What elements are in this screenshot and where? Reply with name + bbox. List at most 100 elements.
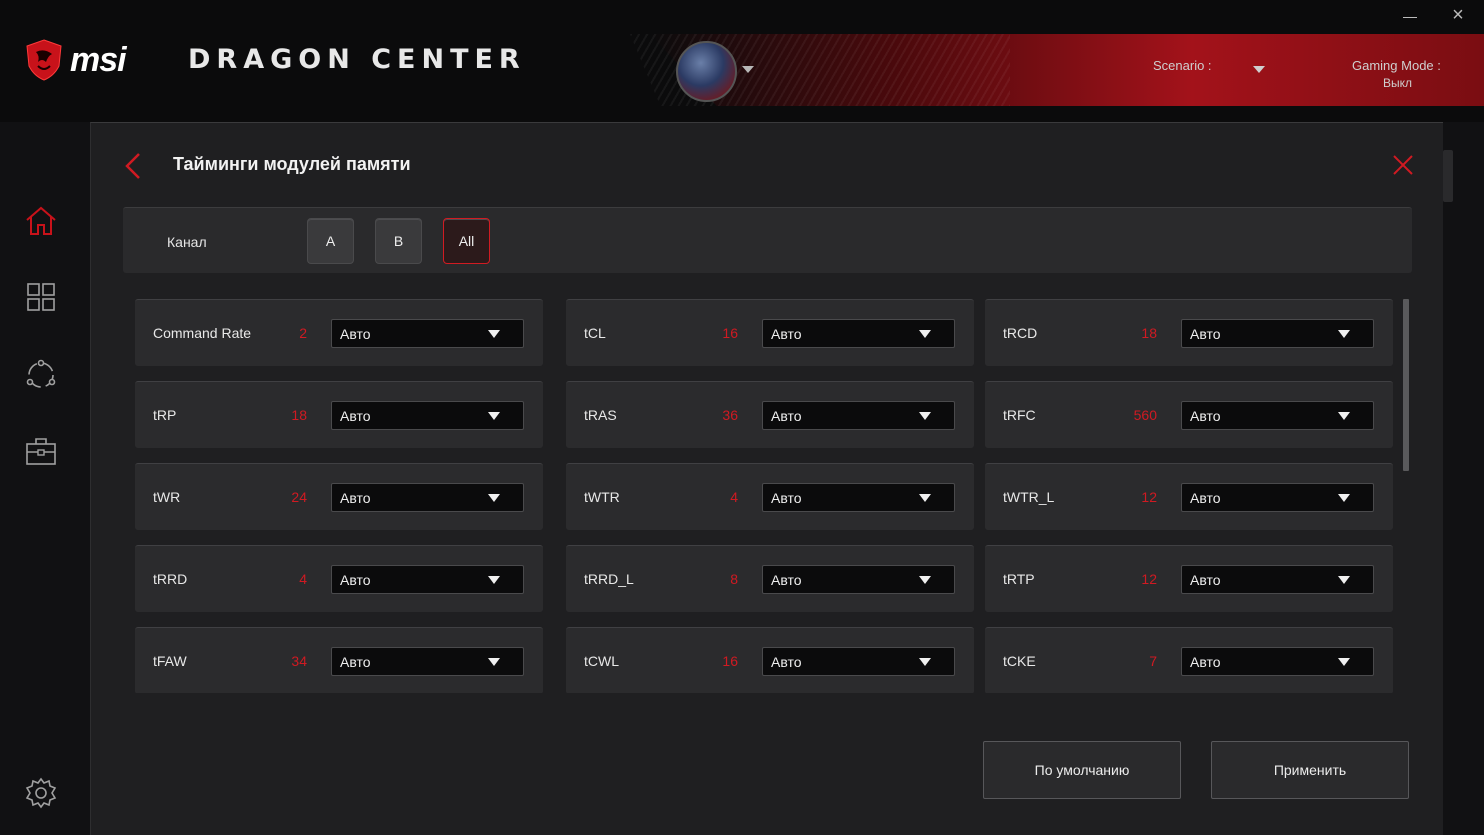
timing-select[interactable]: Авто — [331, 565, 524, 594]
timing-select[interactable]: Авто — [1181, 401, 1374, 430]
minimize-icon[interactable] — [1399, 6, 1421, 28]
timing-name: tRP — [153, 407, 177, 423]
gear-icon[interactable] — [24, 776, 58, 810]
timing-select[interactable]: Авто — [1181, 647, 1374, 676]
timing-name: tWTR — [584, 489, 620, 505]
network-icon[interactable] — [24, 358, 58, 392]
toolbox-icon[interactable] — [24, 434, 58, 468]
user-avatar[interactable] — [676, 41, 737, 102]
timing-name: tRAS — [584, 407, 617, 423]
memory-timings-dialog: Тайминги модулей памяти Канал A B All Co… — [90, 122, 1443, 835]
sidebar — [0, 122, 90, 835]
timing-card-tras: tRAS 36 Авто — [566, 381, 974, 448]
timing-select-value: Авто — [1190, 654, 1221, 670]
timings-grid: Command Rate 2 Авто tCL 16 Авто tRCD 18 … — [135, 299, 1393, 693]
timing-value: 4 — [299, 571, 307, 587]
timing-value: 36 — [722, 407, 738, 423]
chevron-down-icon — [488, 494, 500, 502]
back-arrow-icon[interactable] — [121, 151, 145, 181]
apply-button[interactable]: Применить — [1211, 741, 1409, 799]
timing-card-twr: tWR 24 Авто — [135, 463, 543, 530]
timing-card-trrd-l: tRRD_L 8 Авто — [566, 545, 974, 612]
timing-name: tRTP — [1003, 571, 1035, 587]
window-close-icon[interactable]: × — [1447, 4, 1469, 26]
grid-icon[interactable] — [24, 280, 58, 314]
timing-card-tfaw: tFAW 34 Авто — [135, 627, 543, 693]
gaming-mode-label: Gaming Mode : — [1352, 58, 1441, 73]
timing-select[interactable]: Авто — [762, 647, 955, 676]
channel-b-button[interactable]: B — [375, 218, 422, 264]
timing-select-value: Авто — [340, 408, 371, 424]
timing-select-value: Авто — [771, 490, 802, 506]
timing-value: 2 — [299, 325, 307, 341]
timing-card-trtp: tRTP 12 Авто — [985, 545, 1393, 612]
channel-a-button[interactable]: A — [307, 218, 354, 264]
channel-label: Канал — [167, 234, 207, 250]
chevron-down-icon — [488, 412, 500, 420]
default-button[interactable]: По умолчанию — [983, 741, 1181, 799]
timing-select[interactable]: Авто — [1181, 483, 1374, 512]
timing-select[interactable]: Авто — [1181, 565, 1374, 594]
chevron-down-icon — [919, 576, 931, 584]
timing-select-value: Авто — [1190, 408, 1221, 424]
timing-value: 12 — [1141, 571, 1157, 587]
timing-select[interactable]: Авто — [1181, 319, 1374, 348]
gaming-mode-value[interactable]: Выкл — [1383, 76, 1412, 90]
app-title: DRAGON CENTER — [188, 44, 526, 75]
timing-select-value: Авто — [771, 654, 802, 670]
timing-value: 7 — [1149, 653, 1157, 669]
avatar-chevron-down-icon[interactable] — [742, 66, 754, 73]
timing-select-value: Авто — [340, 326, 371, 342]
logo-text: msi — [70, 40, 127, 79]
scrollbar-thumb[interactable] — [1403, 299, 1409, 471]
timing-select-value: Авто — [771, 408, 802, 424]
home-icon[interactable] — [24, 204, 58, 238]
timing-name: tWTR_L — [1003, 489, 1055, 505]
app-window: msi DRAGON CENTER Scenario : Gaming Mode… — [0, 0, 1484, 835]
msi-logo: msi — [24, 38, 127, 82]
chevron-down-icon — [919, 658, 931, 666]
timing-name: tRCD — [1003, 325, 1038, 341]
timing-card-tcwl: tCWL 16 Авто — [566, 627, 974, 693]
timing-select[interactable]: Авто — [762, 401, 955, 430]
timing-name: tCWL — [584, 653, 619, 669]
timing-card-tcke: tCKE 7 Авто — [985, 627, 1393, 693]
timing-name: tFAW — [153, 653, 187, 669]
chevron-down-icon — [488, 330, 500, 338]
timing-name: Command Rate — [153, 325, 252, 341]
timing-name: tRRD — [153, 571, 188, 587]
timing-card-trrd: tRRD 4 Авто — [135, 545, 543, 612]
timing-value: 12 — [1141, 489, 1157, 505]
timing-select[interactable]: Авто — [331, 319, 524, 348]
scenario-chevron-down-icon[interactable] — [1253, 66, 1265, 73]
timing-name: tRFC — [1003, 407, 1036, 423]
timings-scrollbar[interactable] — [1403, 299, 1409, 693]
scenario-label: Scenario : — [1153, 58, 1212, 73]
timing-value: 16 — [722, 653, 738, 669]
timing-select[interactable]: Авто — [762, 483, 955, 512]
chevron-down-icon — [1338, 330, 1350, 338]
chevron-down-icon — [488, 576, 500, 584]
timing-select[interactable]: Авто — [331, 483, 524, 512]
timing-select-value: Авто — [340, 654, 371, 670]
timing-select[interactable]: Авто — [762, 319, 955, 348]
channel-all-button[interactable]: All — [443, 218, 490, 264]
timing-select-value: Авто — [340, 572, 371, 588]
timing-select[interactable]: Авто — [762, 565, 955, 594]
close-icon[interactable] — [1391, 153, 1415, 177]
timing-value: 18 — [291, 407, 307, 423]
timing-select-value: Авто — [771, 572, 802, 588]
timing-card-command-rate: Command Rate 2 Авто — [135, 299, 543, 366]
timing-select[interactable]: Авто — [331, 647, 524, 676]
timing-card-trcd: tRCD 18 Авто — [985, 299, 1393, 366]
chevron-down-icon — [1338, 658, 1350, 666]
timing-card-tcl: tCL 16 Авто — [566, 299, 974, 366]
timing-select-value: Авто — [1190, 490, 1221, 506]
timing-card-twtr-l: tWTR_L 12 Авто — [985, 463, 1393, 530]
timing-select[interactable]: Авто — [331, 401, 524, 430]
timing-card-twtr: tWTR 4 Авто — [566, 463, 974, 530]
chevron-down-icon — [1338, 576, 1350, 584]
timing-value: 16 — [722, 325, 738, 341]
chevron-down-icon — [919, 494, 931, 502]
chevron-down-icon — [488, 658, 500, 666]
